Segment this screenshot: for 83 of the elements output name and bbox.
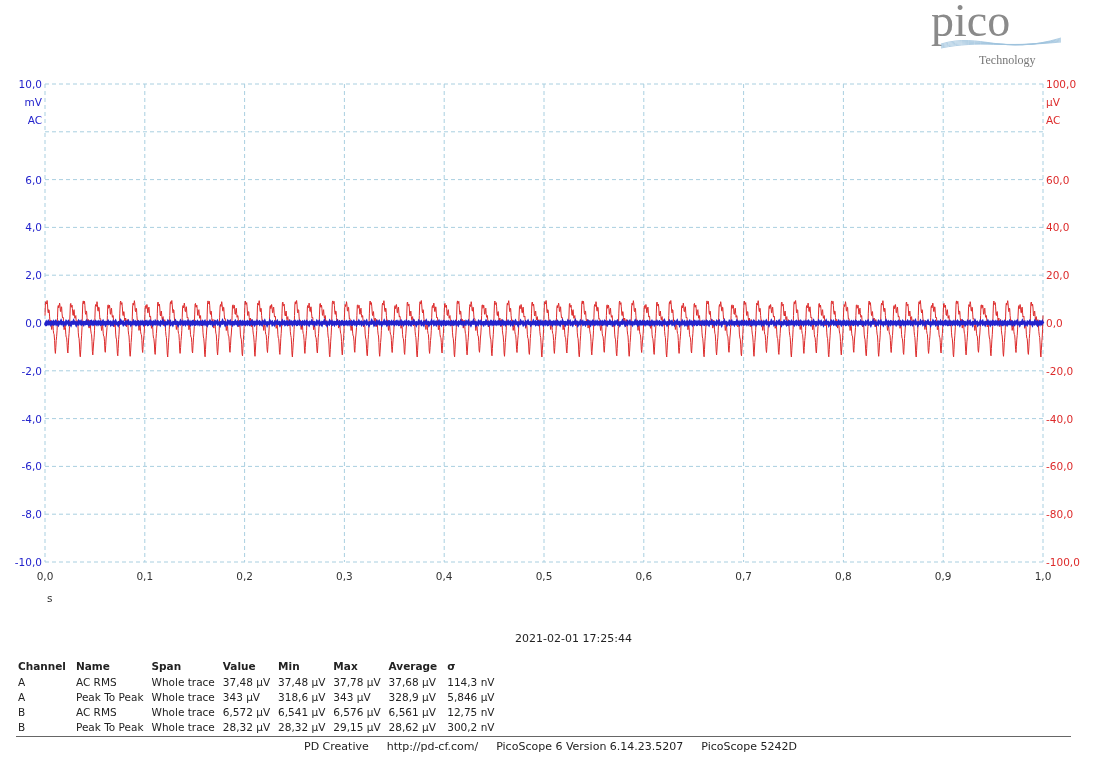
column-header: Max — [332, 659, 359, 674]
footer-text: PicoScope 6 Version 6.14.23.5207 — [496, 740, 684, 753]
axis-tick-label: 0,9 — [934, 570, 952, 582]
table-cell-text: Whole trace — [150, 689, 216, 704]
axis-tick-label: 40,0 — [1046, 221, 1070, 234]
table-cell-text: 318,6 µV — [277, 689, 327, 704]
axis-tick-label: 100,0 — [1046, 78, 1077, 90]
axis-coupling-label: AC — [1046, 114, 1061, 126]
axis-tick-label: 0,0 — [1046, 317, 1063, 329]
table-cell-text: 37,68 µV — [387, 674, 437, 689]
table-cell-text: 29,15 µV — [332, 719, 382, 734]
axis-tick-label: 0,4 — [435, 570, 453, 582]
axis-tick-label: -2,0 — [21, 364, 42, 377]
table-cell-text: 6,561 µV — [387, 704, 437, 719]
axis-tick-label: 0,1 — [136, 570, 154, 582]
table-cell-text: 343 µV — [332, 689, 372, 704]
table-cell-text: Whole trace — [150, 704, 216, 719]
axis-unit-label: s — [47, 592, 53, 604]
axis-unit-label: µV — [1046, 96, 1060, 108]
column-header: Value — [221, 659, 257, 674]
footer-text: PD Creative — [304, 740, 369, 753]
table-cell-text: 37,48 µV — [221, 674, 272, 689]
axis-tick-label: 2,0 — [25, 269, 42, 282]
axis-tick-label: 0,7 — [735, 570, 752, 582]
table-cell-text: 37,78 µV — [332, 674, 382, 689]
footer-text: http://pd-cf.com/ — [386, 740, 479, 753]
timestamp: 2021-02-01 17:25:44 — [515, 632, 632, 647]
table-cell-text: Whole trace — [150, 719, 216, 734]
table-cell-text: 6,541 µV — [277, 704, 327, 719]
axis-tick-label: 10,0 — [18, 78, 42, 90]
column-header: σ — [446, 659, 457, 674]
axis-unit-label: mV — [24, 96, 42, 108]
table-cell-text: 6,572 µV — [221, 704, 272, 719]
axis-tick-label: -8,0 — [21, 508, 42, 521]
table-cell-text: Peak To Peak — [74, 689, 145, 704]
table-cell-text: Peak To Peak — [74, 719, 145, 734]
table-cell-text: 37,48 µV — [277, 674, 327, 689]
column-header: Min — [277, 659, 301, 674]
column-header: Channel — [17, 659, 67, 674]
axis-tick-label: 6,0 — [25, 173, 42, 186]
axis-coupling-label: AC — [27, 114, 42, 126]
table-cell-text: B — [17, 704, 27, 719]
axis-tick-label: 0,5 — [535, 570, 553, 582]
footer-text: PicoScope 5242D — [701, 740, 798, 753]
logo-tagline: Technology — [979, 53, 1036, 67]
table-cell-text: A — [17, 674, 27, 689]
axis-tick-label: 20,0 — [1046, 269, 1070, 282]
axis-tick-label: -20,0 — [1046, 364, 1074, 377]
axis-tick-label: -40,0 — [1046, 412, 1074, 425]
table-cell-text: 300,2 nV — [446, 719, 496, 734]
table-cell-text: Whole trace — [150, 674, 216, 689]
axis-tick-label: 0,0 — [36, 570, 54, 582]
table-cell-text: 5,846 µV — [446, 689, 496, 704]
axis-tick-label: 0,8 — [835, 570, 852, 582]
axis-tick-label: -10,0 — [14, 556, 42, 568]
axis-tick-label: -6,0 — [21, 460, 42, 473]
column-header: Name — [74, 659, 111, 674]
table-cell-text: 28,62 µV — [387, 719, 437, 734]
table-cell-text: A — [17, 689, 27, 704]
table-cell-text: B — [17, 719, 27, 734]
table-cell-text: 328,9 µV — [387, 689, 437, 704]
axis-tick-label: -60,0 — [1046, 460, 1074, 473]
axis-tick-label: -100,0 — [1046, 556, 1080, 568]
table-cell-text: 12,75 nV — [446, 704, 496, 719]
axis-tick-label: 0,6 — [635, 570, 653, 582]
column-header: Average — [387, 659, 439, 674]
axis-tick-label: 4,0 — [25, 221, 42, 234]
table-cell-text: 343 µV — [221, 689, 262, 704]
axis-tick-label: -80,0 — [1046, 508, 1074, 521]
column-header: Span — [150, 659, 183, 674]
axis-tick-label: 0,3 — [336, 570, 353, 582]
table-cell-text: 114,3 nV — [446, 674, 496, 689]
table-cell-text: 28,32 µV — [221, 719, 272, 734]
logo-wordmark: pico — [931, 0, 1011, 46]
axis-tick-label: 1,0 — [1034, 570, 1052, 582]
axis-tick-label: 60,0 — [1046, 173, 1070, 186]
axis-tick-label: 0,0 — [25, 317, 42, 329]
axis-tick-label: -4,0 — [21, 412, 42, 425]
table-cell-text: 6,576 µV — [332, 704, 382, 719]
table-cell-text: 28,32 µV — [277, 719, 327, 734]
axis-tick-label: 0,2 — [236, 570, 253, 582]
table-cell-text: AC RMS — [74, 674, 118, 689]
table-cell-text: AC RMS — [74, 704, 118, 719]
